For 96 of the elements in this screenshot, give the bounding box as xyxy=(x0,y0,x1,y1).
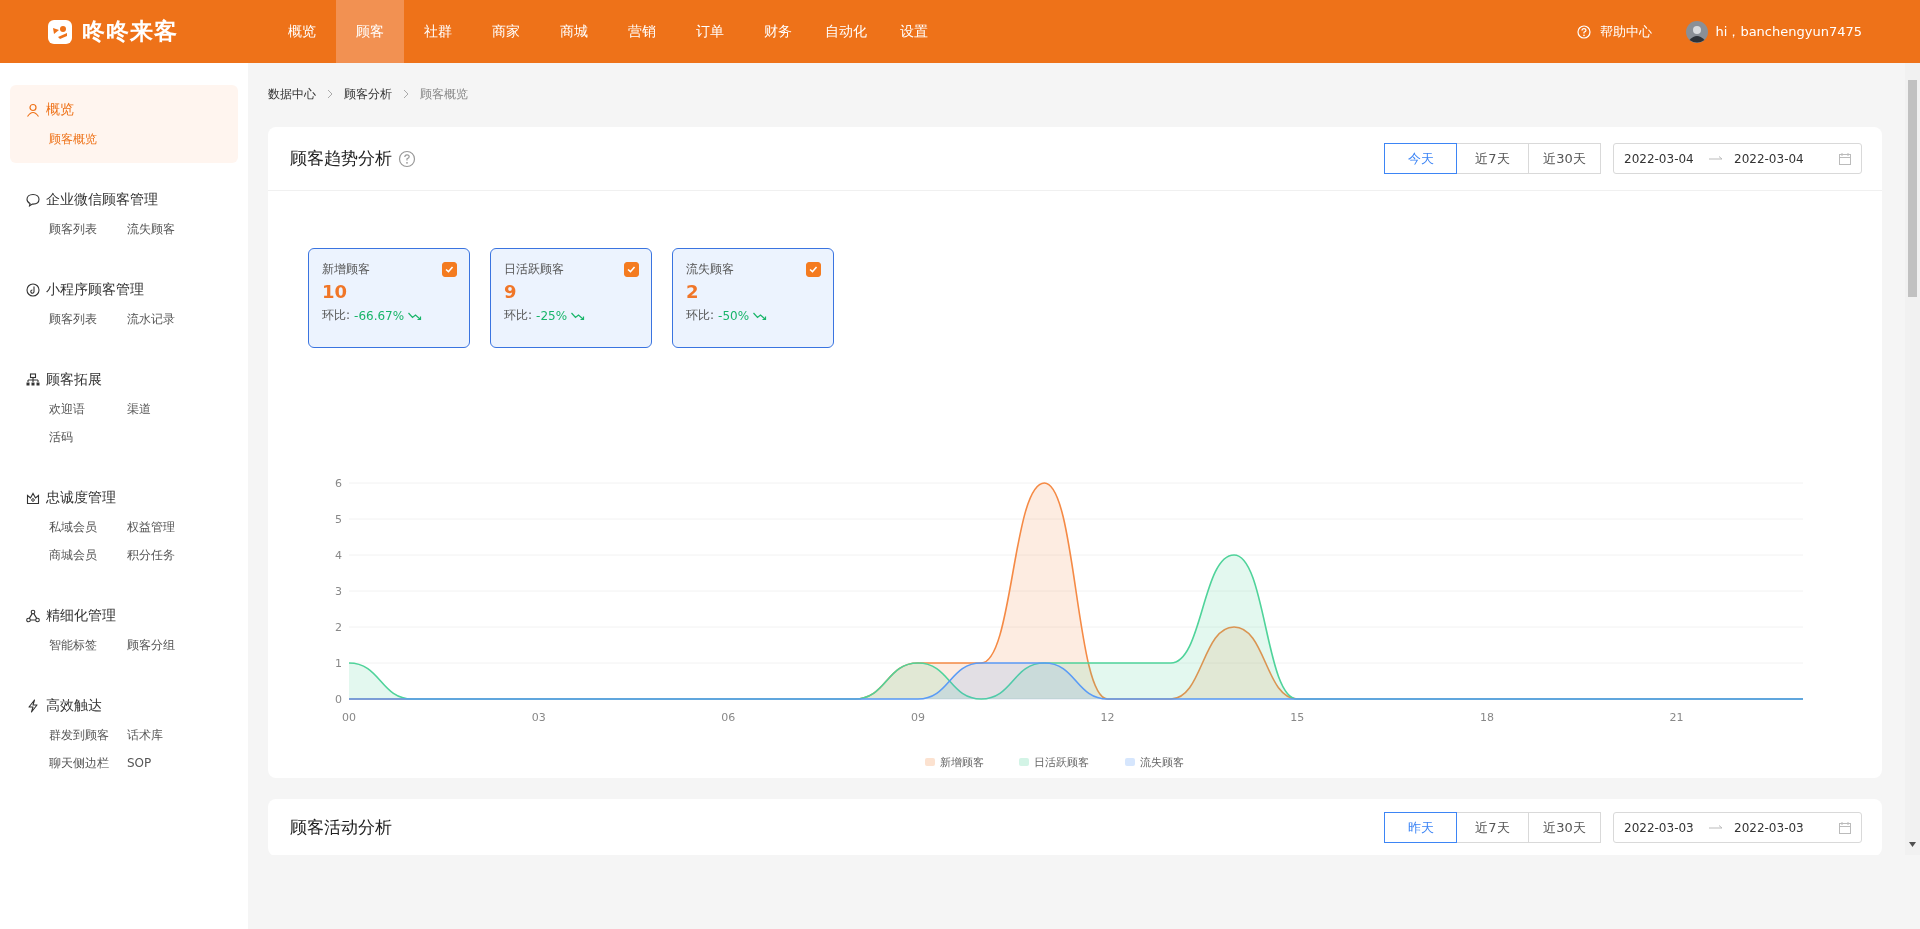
sidebar-item[interactable]: 顾客列表 xyxy=(49,309,127,329)
crown-icon xyxy=(26,491,40,505)
axis-label: 2 xyxy=(335,621,342,634)
scrollbar[interactable] xyxy=(1905,63,1920,855)
chevron-icon xyxy=(326,89,334,99)
sidebar-item[interactable]: 流失顾客 xyxy=(127,219,227,239)
breadcrumb-link[interactable]: 顾客分析 xyxy=(344,85,392,103)
legend-item[interactable]: 日活跃顾客 xyxy=(1019,756,1089,769)
sidebar-group-title: 小程序顾客管理 xyxy=(46,281,144,299)
chat-bubble-icon xyxy=(26,193,40,207)
breadcrumb-link[interactable]: 数据中心 xyxy=(268,85,316,103)
scrollbar-thumb[interactable] xyxy=(1908,80,1917,297)
compare-label: 环比: xyxy=(504,307,533,324)
calendar-icon xyxy=(1839,821,1851,834)
range-tab[interactable]: 近30天 xyxy=(1528,143,1601,174)
lightning-icon xyxy=(26,699,40,713)
sidebar-item[interactable]: 活码 xyxy=(49,427,127,447)
legend-label: 日活跃顾客 xyxy=(1034,756,1089,769)
axis-label: 5 xyxy=(335,513,342,526)
axis-label: 03 xyxy=(531,711,546,724)
sidebar-item[interactable]: 顾客分组 xyxy=(127,635,227,655)
help-icon xyxy=(1576,24,1591,39)
range-tab[interactable]: 近7天 xyxy=(1456,812,1529,843)
sidebar-item[interactable]: 智能标签 xyxy=(49,635,127,655)
legend-item[interactable]: 新增顾客 xyxy=(925,756,984,769)
trend-down-icon xyxy=(571,310,586,321)
sidebar-item[interactable]: 群发到顾客 xyxy=(49,725,127,745)
axis-label: 12 xyxy=(1100,711,1115,724)
range-tab[interactable]: 今天 xyxy=(1384,143,1457,174)
scroll-down-icon xyxy=(1909,842,1916,847)
date-range-field[interactable]: 2022-03-03 2022-03-03 xyxy=(1613,812,1862,843)
axis-label: 15 xyxy=(1290,711,1305,724)
arrow-icon xyxy=(1709,823,1723,832)
sidebar-group-title: 忠诚度管理 xyxy=(46,489,116,507)
sidebar-item[interactable]: 欢迎语 xyxy=(49,399,127,419)
axis-label: 06 xyxy=(721,711,736,724)
change-value: -50% xyxy=(718,308,750,323)
checkbox[interactable] xyxy=(806,262,821,277)
metric-label: 流失顾客 xyxy=(686,261,734,278)
range-tab[interactable]: 近30天 xyxy=(1528,812,1601,843)
card-title: 顾客活动分析 xyxy=(290,816,392,839)
metric-label: 日活跃顾客 xyxy=(504,261,564,278)
checkbox[interactable] xyxy=(442,262,457,277)
sidebar-item[interactable]: 积分任务 xyxy=(127,545,227,565)
trend-down-icon xyxy=(408,310,423,321)
compare-label: 环比: xyxy=(686,307,715,324)
sidebar-item[interactable]: 流水记录 xyxy=(127,309,227,329)
sidebar-item[interactable]: 权益管理 xyxy=(127,517,227,537)
axis-label: 4 xyxy=(335,549,342,562)
date-range-field[interactable]: 2022-03-04 2022-03-04 xyxy=(1613,143,1862,174)
sidebar-group-title: 概览 xyxy=(46,101,74,119)
axis-label: 18 xyxy=(1479,711,1494,724)
chevron-icon xyxy=(402,89,410,99)
person-icon xyxy=(26,103,40,117)
sidebar-item[interactable]: SOP xyxy=(127,753,227,773)
sidebar-item[interactable]: 顾客列表 xyxy=(49,219,127,239)
range-tab[interactable]: 近7天 xyxy=(1456,143,1529,174)
metric-label: 新增顾客 xyxy=(322,261,370,278)
avatar xyxy=(1685,20,1708,43)
sidebar-item[interactable]: 聊天侧边栏 xyxy=(49,753,127,773)
axis-label: 00 xyxy=(342,711,356,724)
sidebar-item[interactable]: 商城会员 xyxy=(49,545,127,565)
nodes-icon xyxy=(26,609,40,623)
axis-label: 0 xyxy=(335,693,342,706)
axis-label: 21 xyxy=(1669,711,1684,724)
sidebar-item[interactable]: 话术库 xyxy=(127,725,227,745)
legend-item[interactable]: 流失顾客 xyxy=(1125,756,1184,769)
range-tab[interactable]: 昨天 xyxy=(1384,812,1457,843)
axis-label: 09 xyxy=(910,711,925,724)
checkbox[interactable] xyxy=(624,262,639,277)
metric-value: 10 xyxy=(322,281,349,302)
brand-name: 咚咚来客 xyxy=(82,17,178,46)
change-value: -66.67% xyxy=(354,308,405,323)
logo-icon xyxy=(48,19,72,44)
axis-label: 3 xyxy=(335,585,342,598)
hierarchy-icon xyxy=(26,373,40,387)
arrow-icon xyxy=(1709,154,1723,163)
legend-label: 流失顾客 xyxy=(1140,756,1184,769)
sidebar-group-title: 顾客拓展 xyxy=(46,371,102,389)
trend-down-icon xyxy=(753,310,768,321)
sidebar-group-title: 精细化管理 xyxy=(46,607,116,625)
metric-value: 2 xyxy=(686,281,700,302)
compare-label: 环比: xyxy=(322,307,351,324)
sidebar-item[interactable]: 私域会员 xyxy=(49,517,127,537)
axis-label: 6 xyxy=(335,477,342,490)
sidebar-item[interactable]: 渠道 xyxy=(127,399,227,419)
calendar-icon xyxy=(1839,152,1851,165)
axis-label: 1 xyxy=(335,657,342,670)
sidebar-group-title: 高效触达 xyxy=(46,697,102,715)
sidebar-group-title: 企业微信顾客管理 xyxy=(46,191,158,209)
metric-value: 9 xyxy=(504,281,518,302)
card-title: 顾客趋势分析 xyxy=(290,147,392,170)
breadcrumb-link[interactable]: 顾客概览 xyxy=(420,85,468,103)
legend-label: 新增顾客 xyxy=(940,756,984,769)
music-note-icon xyxy=(26,283,40,297)
change-value: -25% xyxy=(536,308,568,323)
